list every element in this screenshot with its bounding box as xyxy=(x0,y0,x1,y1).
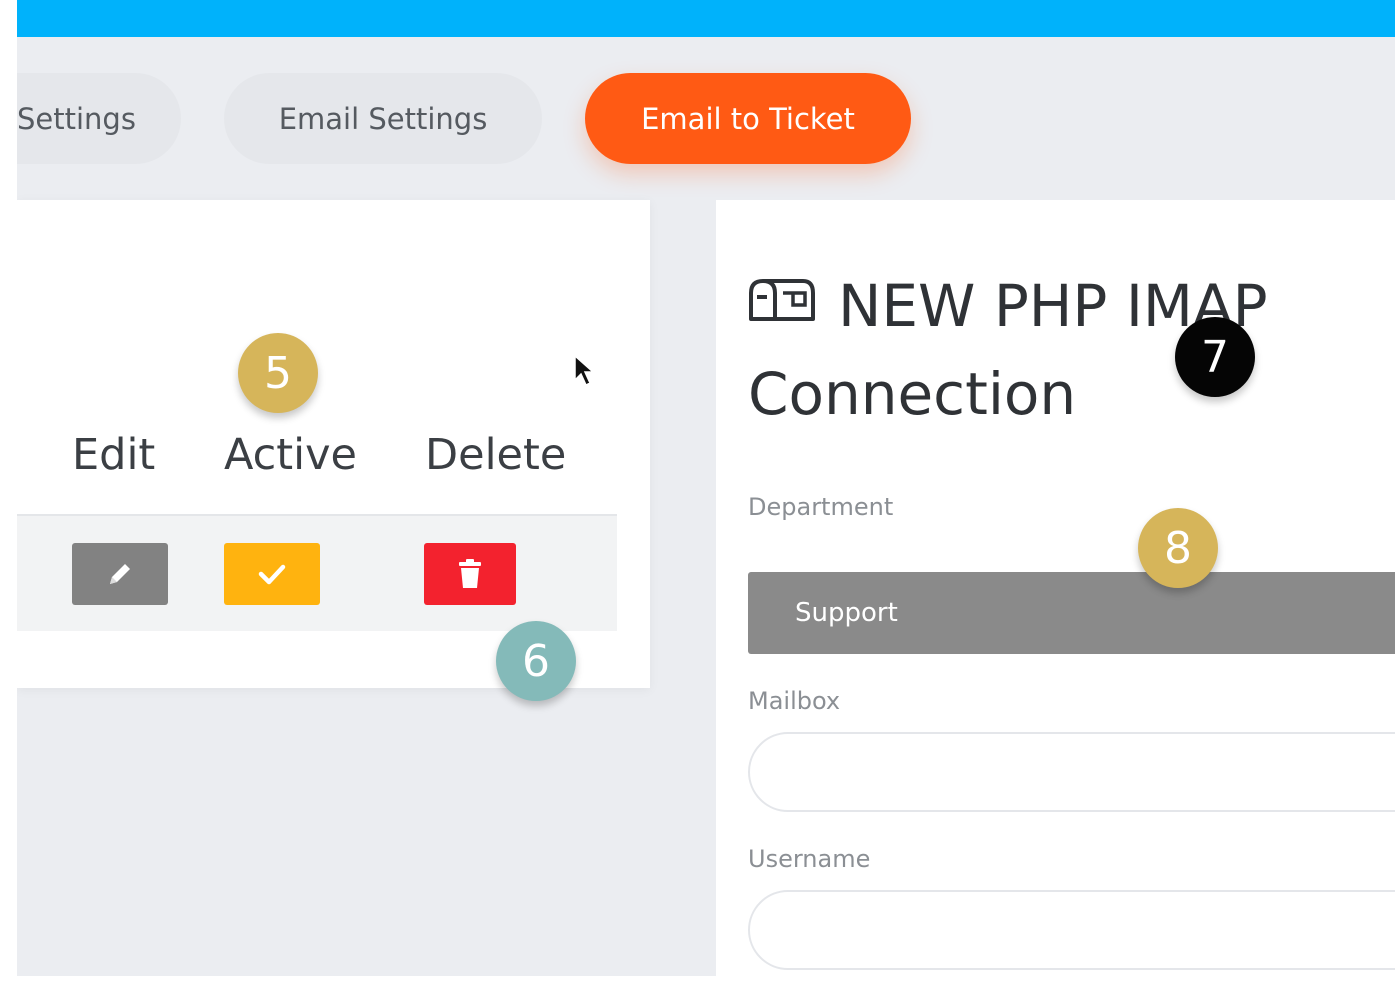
check-icon xyxy=(258,564,286,585)
step-badge-7: 7 xyxy=(1175,317,1255,397)
step-badge-6: 6 xyxy=(496,621,576,701)
column-header-active: Active xyxy=(224,430,358,480)
mailbox-label: Mailbox xyxy=(748,687,841,715)
department-selected-value: Support xyxy=(795,598,898,628)
tab-settings-label: Settings xyxy=(17,101,136,136)
tab-email-to-ticket[interactable]: Email to Ticket xyxy=(585,73,911,164)
step-badge-8: 8 xyxy=(1138,508,1218,588)
tab-email-settings-label: Email Settings xyxy=(278,101,488,136)
active-toggle-button[interactable] xyxy=(224,543,320,605)
cursor-icon xyxy=(574,354,595,387)
username-label: Username xyxy=(748,845,871,873)
trash-icon xyxy=(459,559,481,588)
edit-button[interactable] xyxy=(72,543,168,605)
delete-button[interactable] xyxy=(424,543,516,605)
department-select[interactable]: Support xyxy=(748,572,1395,654)
pencil-icon xyxy=(110,564,130,584)
tab-email-settings[interactable]: Email Settings xyxy=(224,73,542,164)
tab-settings[interactable]: Settings xyxy=(17,73,181,164)
top-bar xyxy=(17,0,1395,37)
mailbox-input[interactable] xyxy=(748,732,1395,812)
username-input[interactable] xyxy=(748,890,1395,970)
step-badge-5: 5 xyxy=(238,333,318,413)
column-header-edit: Edit xyxy=(72,430,156,480)
column-header-delete: Delete xyxy=(425,430,567,480)
form-title: NEW PHP IMAP Connection xyxy=(748,272,1268,428)
tab-email-to-ticket-label: Email to Ticket xyxy=(641,101,855,136)
department-label: Department xyxy=(748,493,894,521)
app-window: Settings Email Settings Email to Ticket … xyxy=(17,0,1395,976)
